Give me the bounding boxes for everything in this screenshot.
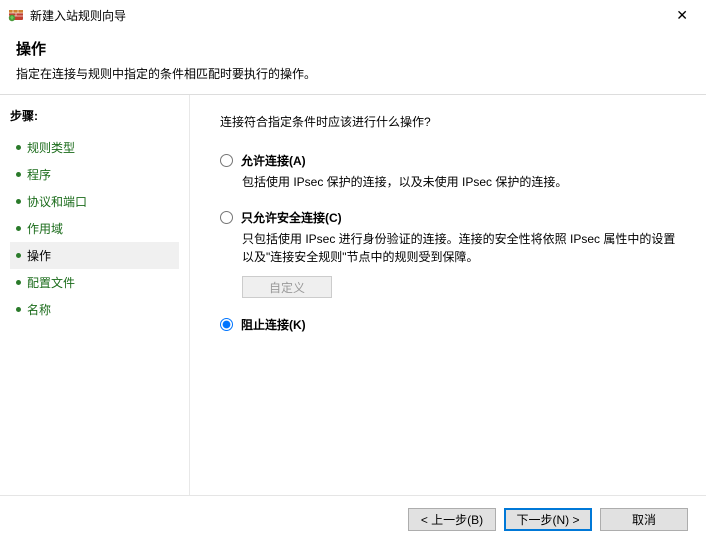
bullet-icon <box>16 199 21 204</box>
page-desc: 指定在连接与规则中指定的条件相匹配时要执行的操作。 <box>16 65 690 82</box>
bullet-icon <box>16 253 21 258</box>
option-allow-row[interactable]: 允许连接(A) <box>220 152 682 169</box>
sidebar-item-action[interactable]: 操作 <box>10 242 179 269</box>
bullet-icon <box>16 280 21 285</box>
option-allow-desc: 包括使用 IPsec 保护的连接，以及未使用 IPsec 保护的连接。 <box>242 173 682 191</box>
content-prompt: 连接符合指定条件时应该进行什么操作? <box>220 113 682 130</box>
sidebar-item-name[interactable]: 名称 <box>10 296 179 323</box>
bullet-icon <box>16 307 21 312</box>
sidebar-item-rule-type[interactable]: 规则类型 <box>10 134 179 161</box>
sidebar-item-scope[interactable]: 作用域 <box>10 215 179 242</box>
sidebar-heading: 步骤: <box>10 107 179 124</box>
option-secure: 只允许安全连接(C) 只包括使用 IPsec 进行身份验证的连接。连接的安全性将… <box>220 209 682 298</box>
sidebar-item-label: 作用域 <box>27 220 63 237</box>
option-secure-desc: 只包括使用 IPsec 进行身份验证的连接。连接的安全性将依照 IPsec 属性… <box>242 230 682 266</box>
option-secure-row[interactable]: 只允许安全连接(C) <box>220 209 682 226</box>
sidebar-item-program[interactable]: 程序 <box>10 161 179 188</box>
firewall-icon <box>8 7 24 23</box>
sidebar-item-label: 协议和端口 <box>27 193 87 210</box>
bullet-icon <box>16 226 21 231</box>
option-allow-label: 允许连接(A) <box>241 152 306 169</box>
titlebar-left: 新建入站规则向导 <box>8 7 126 24</box>
titlebar: 新建入站规则向导 ✕ <box>0 0 706 30</box>
sidebar-item-label: 程序 <box>27 166 51 183</box>
next-button[interactable]: 下一步(N) > <box>504 508 592 531</box>
sidebar-item-label: 配置文件 <box>27 274 75 291</box>
option-allow: 允许连接(A) 包括使用 IPsec 保护的连接，以及未使用 IPsec 保护的… <box>220 152 682 191</box>
sidebar-item-label: 操作 <box>27 247 51 264</box>
content: 连接符合指定条件时应该进行什么操作? 允许连接(A) 包括使用 IPsec 保护… <box>190 95 706 495</box>
bullet-icon <box>16 145 21 150</box>
back-button[interactable]: < 上一步(B) <box>408 508 496 531</box>
radio-block[interactable] <box>220 318 233 331</box>
header: 操作 指定在连接与规则中指定的条件相匹配时要执行的操作。 <box>0 30 706 94</box>
sidebar-item-protocol-port[interactable]: 协议和端口 <box>10 188 179 215</box>
option-secure-label: 只允许安全连接(C) <box>241 209 342 226</box>
window-title: 新建入站规则向导 <box>30 7 126 24</box>
customize-button: 自定义 <box>242 276 332 298</box>
cancel-button[interactable]: 取消 <box>600 508 688 531</box>
radio-secure[interactable] <box>220 211 233 224</box>
sidebar-item-label: 名称 <box>27 301 51 318</box>
page-title: 操作 <box>16 38 690 59</box>
close-button[interactable]: ✕ <box>668 3 696 28</box>
main: 步骤: 规则类型 程序 协议和端口 作用域 操作 配置文件 名称 <box>0 95 706 495</box>
radio-allow[interactable] <box>220 154 233 167</box>
option-block-row[interactable]: 阻止连接(K) <box>220 316 682 333</box>
sidebar: 步骤: 规则类型 程序 协议和端口 作用域 操作 配置文件 名称 <box>0 95 190 495</box>
sidebar-item-profile[interactable]: 配置文件 <box>10 269 179 296</box>
option-block: 阻止连接(K) <box>220 316 682 333</box>
footer: < 上一步(B) 下一步(N) > 取消 <box>0 495 706 543</box>
sidebar-item-label: 规则类型 <box>27 139 75 156</box>
bullet-icon <box>16 172 21 177</box>
option-block-label: 阻止连接(K) <box>241 316 306 333</box>
